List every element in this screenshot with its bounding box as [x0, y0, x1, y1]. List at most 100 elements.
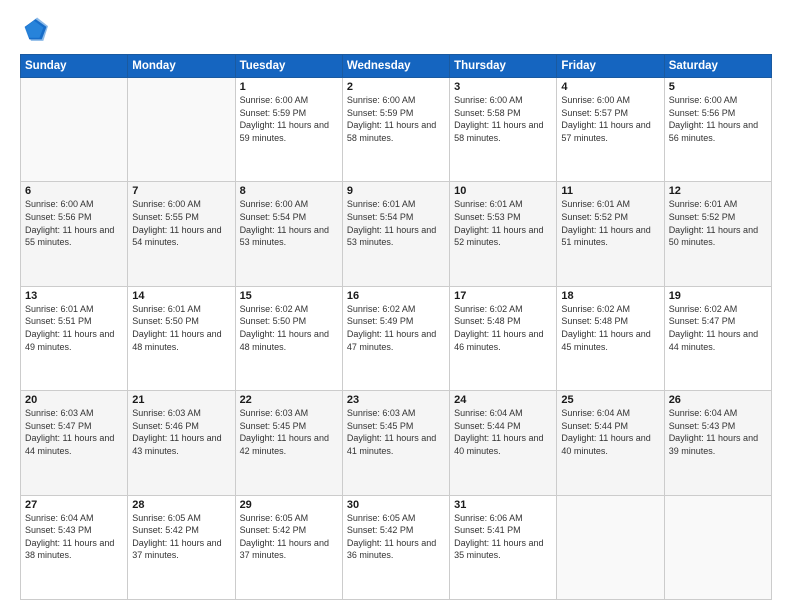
- weekday-header: Thursday: [450, 55, 557, 78]
- calendar-week-row: 20Sunrise: 6:03 AM Sunset: 5:47 PM Dayli…: [21, 391, 772, 495]
- calendar-day-cell: 12Sunrise: 6:01 AM Sunset: 5:52 PM Dayli…: [664, 182, 771, 286]
- day-info: Sunrise: 6:00 AM Sunset: 5:54 PM Dayligh…: [240, 198, 338, 248]
- day-number: 20: [25, 394, 123, 406]
- day-number: 22: [240, 394, 338, 406]
- day-info: Sunrise: 6:04 AM Sunset: 5:44 PM Dayligh…: [561, 407, 659, 457]
- page: SundayMondayTuesdayWednesdayThursdayFrid…: [0, 0, 792, 612]
- calendar-day-cell: 22Sunrise: 6:03 AM Sunset: 5:45 PM Dayli…: [235, 391, 342, 495]
- day-number: 14: [132, 290, 230, 302]
- day-info: Sunrise: 6:04 AM Sunset: 5:44 PM Dayligh…: [454, 407, 552, 457]
- day-info: Sunrise: 6:02 AM Sunset: 5:47 PM Dayligh…: [669, 303, 767, 353]
- day-info: Sunrise: 6:00 AM Sunset: 5:56 PM Dayligh…: [25, 198, 123, 248]
- day-info: Sunrise: 6:01 AM Sunset: 5:50 PM Dayligh…: [132, 303, 230, 353]
- day-number: 5: [669, 81, 767, 93]
- day-info: Sunrise: 6:06 AM Sunset: 5:41 PM Dayligh…: [454, 512, 552, 562]
- day-info: Sunrise: 6:02 AM Sunset: 5:49 PM Dayligh…: [347, 303, 445, 353]
- day-number: 12: [669, 185, 767, 197]
- logo-icon: [20, 16, 48, 44]
- day-info: Sunrise: 6:03 AM Sunset: 5:47 PM Dayligh…: [25, 407, 123, 457]
- calendar-day-cell: 20Sunrise: 6:03 AM Sunset: 5:47 PM Dayli…: [21, 391, 128, 495]
- calendar-week-row: 27Sunrise: 6:04 AM Sunset: 5:43 PM Dayli…: [21, 495, 772, 599]
- day-info: Sunrise: 6:05 AM Sunset: 5:42 PM Dayligh…: [347, 512, 445, 562]
- calendar-day-cell: 16Sunrise: 6:02 AM Sunset: 5:49 PM Dayli…: [342, 286, 449, 390]
- weekday-header: Friday: [557, 55, 664, 78]
- calendar-week-row: 13Sunrise: 6:01 AM Sunset: 5:51 PM Dayli…: [21, 286, 772, 390]
- day-number: 10: [454, 185, 552, 197]
- day-number: 2: [347, 81, 445, 93]
- day-number: 24: [454, 394, 552, 406]
- calendar-day-cell: 24Sunrise: 6:04 AM Sunset: 5:44 PM Dayli…: [450, 391, 557, 495]
- day-number: 18: [561, 290, 659, 302]
- day-info: Sunrise: 6:01 AM Sunset: 5:53 PM Dayligh…: [454, 198, 552, 248]
- day-number: 6: [25, 185, 123, 197]
- day-info: Sunrise: 6:03 AM Sunset: 5:45 PM Dayligh…: [240, 407, 338, 457]
- day-info: Sunrise: 6:00 AM Sunset: 5:58 PM Dayligh…: [454, 94, 552, 144]
- day-number: 11: [561, 185, 659, 197]
- calendar-day-cell: 2Sunrise: 6:00 AM Sunset: 5:59 PM Daylig…: [342, 78, 449, 182]
- day-info: Sunrise: 6:01 AM Sunset: 5:51 PM Dayligh…: [25, 303, 123, 353]
- calendar-day-cell: 17Sunrise: 6:02 AM Sunset: 5:48 PM Dayli…: [450, 286, 557, 390]
- day-info: Sunrise: 6:02 AM Sunset: 5:48 PM Dayligh…: [454, 303, 552, 353]
- day-number: 29: [240, 499, 338, 511]
- calendar-day-cell: 19Sunrise: 6:02 AM Sunset: 5:47 PM Dayli…: [664, 286, 771, 390]
- day-info: Sunrise: 6:04 AM Sunset: 5:43 PM Dayligh…: [25, 512, 123, 562]
- calendar-week-row: 1Sunrise: 6:00 AM Sunset: 5:59 PM Daylig…: [21, 78, 772, 182]
- day-number: 31: [454, 499, 552, 511]
- day-info: Sunrise: 6:01 AM Sunset: 5:52 PM Dayligh…: [561, 198, 659, 248]
- day-number: 26: [669, 394, 767, 406]
- day-info: Sunrise: 6:00 AM Sunset: 5:57 PM Dayligh…: [561, 94, 659, 144]
- weekday-header: Monday: [128, 55, 235, 78]
- calendar-day-cell: 25Sunrise: 6:04 AM Sunset: 5:44 PM Dayli…: [557, 391, 664, 495]
- logo: [20, 16, 52, 44]
- day-info: Sunrise: 6:05 AM Sunset: 5:42 PM Dayligh…: [240, 512, 338, 562]
- day-info: Sunrise: 6:00 AM Sunset: 5:59 PM Dayligh…: [240, 94, 338, 144]
- day-number: 25: [561, 394, 659, 406]
- calendar-day-cell: [21, 78, 128, 182]
- weekday-header: Sunday: [21, 55, 128, 78]
- calendar-day-cell: 14Sunrise: 6:01 AM Sunset: 5:50 PM Dayli…: [128, 286, 235, 390]
- day-number: 4: [561, 81, 659, 93]
- day-number: 8: [240, 185, 338, 197]
- day-info: Sunrise: 6:00 AM Sunset: 5:59 PM Dayligh…: [347, 94, 445, 144]
- day-number: 3: [454, 81, 552, 93]
- day-number: 23: [347, 394, 445, 406]
- calendar-day-cell: [128, 78, 235, 182]
- calendar-day-cell: 31Sunrise: 6:06 AM Sunset: 5:41 PM Dayli…: [450, 495, 557, 599]
- calendar-day-cell: 23Sunrise: 6:03 AM Sunset: 5:45 PM Dayli…: [342, 391, 449, 495]
- calendar-day-cell: 10Sunrise: 6:01 AM Sunset: 5:53 PM Dayli…: [450, 182, 557, 286]
- calendar-day-cell: 7Sunrise: 6:00 AM Sunset: 5:55 PM Daylig…: [128, 182, 235, 286]
- calendar-day-cell: 3Sunrise: 6:00 AM Sunset: 5:58 PM Daylig…: [450, 78, 557, 182]
- calendar-table: SundayMondayTuesdayWednesdayThursdayFrid…: [20, 54, 772, 600]
- day-number: 16: [347, 290, 445, 302]
- calendar-day-cell: 13Sunrise: 6:01 AM Sunset: 5:51 PM Dayli…: [21, 286, 128, 390]
- day-info: Sunrise: 6:04 AM Sunset: 5:43 PM Dayligh…: [669, 407, 767, 457]
- calendar-day-cell: 26Sunrise: 6:04 AM Sunset: 5:43 PM Dayli…: [664, 391, 771, 495]
- calendar-day-cell: [664, 495, 771, 599]
- day-number: 9: [347, 185, 445, 197]
- calendar-day-cell: 27Sunrise: 6:04 AM Sunset: 5:43 PM Dayli…: [21, 495, 128, 599]
- day-number: 30: [347, 499, 445, 511]
- day-number: 21: [132, 394, 230, 406]
- calendar-day-cell: 30Sunrise: 6:05 AM Sunset: 5:42 PM Dayli…: [342, 495, 449, 599]
- weekday-header: Wednesday: [342, 55, 449, 78]
- day-info: Sunrise: 6:00 AM Sunset: 5:56 PM Dayligh…: [669, 94, 767, 144]
- day-number: 7: [132, 185, 230, 197]
- calendar-day-cell: 18Sunrise: 6:02 AM Sunset: 5:48 PM Dayli…: [557, 286, 664, 390]
- calendar-header-row: SundayMondayTuesdayWednesdayThursdayFrid…: [21, 55, 772, 78]
- day-info: Sunrise: 6:03 AM Sunset: 5:46 PM Dayligh…: [132, 407, 230, 457]
- day-number: 17: [454, 290, 552, 302]
- day-info: Sunrise: 6:02 AM Sunset: 5:50 PM Dayligh…: [240, 303, 338, 353]
- day-number: 27: [25, 499, 123, 511]
- day-number: 1: [240, 81, 338, 93]
- day-info: Sunrise: 6:05 AM Sunset: 5:42 PM Dayligh…: [132, 512, 230, 562]
- header: [20, 16, 772, 44]
- day-info: Sunrise: 6:00 AM Sunset: 5:55 PM Dayligh…: [132, 198, 230, 248]
- calendar-day-cell: [557, 495, 664, 599]
- calendar-day-cell: 5Sunrise: 6:00 AM Sunset: 5:56 PM Daylig…: [664, 78, 771, 182]
- calendar-week-row: 6Sunrise: 6:00 AM Sunset: 5:56 PM Daylig…: [21, 182, 772, 286]
- day-number: 15: [240, 290, 338, 302]
- calendar-day-cell: 4Sunrise: 6:00 AM Sunset: 5:57 PM Daylig…: [557, 78, 664, 182]
- day-number: 28: [132, 499, 230, 511]
- day-info: Sunrise: 6:03 AM Sunset: 5:45 PM Dayligh…: [347, 407, 445, 457]
- calendar-day-cell: 29Sunrise: 6:05 AM Sunset: 5:42 PM Dayli…: [235, 495, 342, 599]
